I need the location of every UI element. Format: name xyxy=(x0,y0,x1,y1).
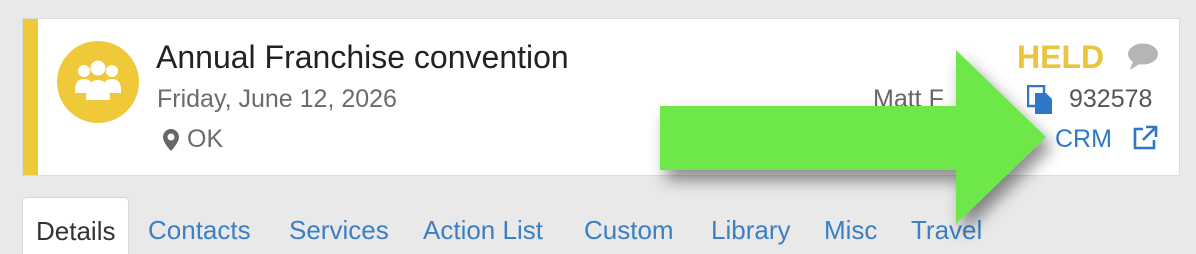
annotation-arrow xyxy=(660,50,1046,224)
